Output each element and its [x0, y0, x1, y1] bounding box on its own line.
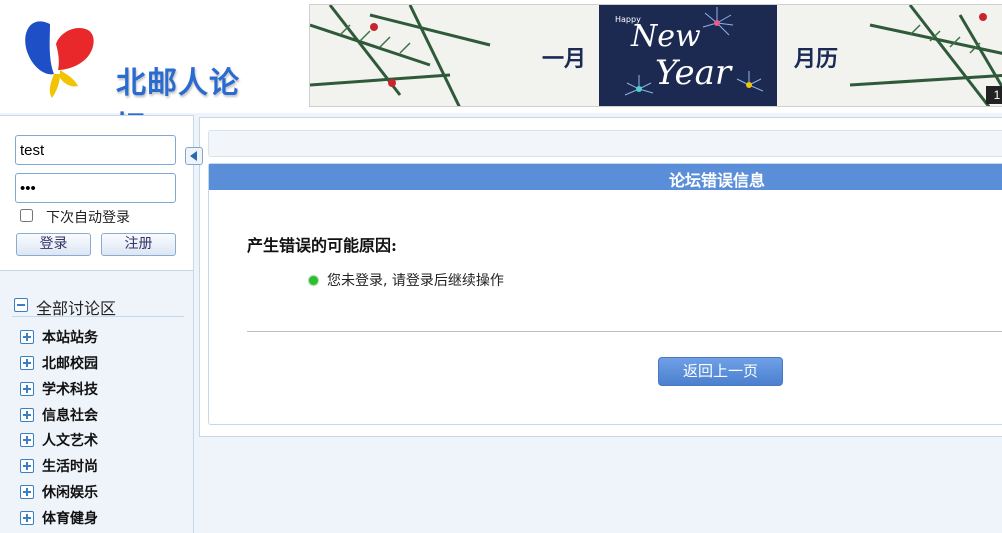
main-content: 论坛错误信息 产生错误的可能原因: 您未登录, 请登录后继续操作 返回上一页: [199, 117, 1002, 437]
tree-item-label: 信息社会: [42, 408, 98, 424]
login-form: 下次自动登录 登录 注册: [0, 115, 194, 271]
butterfly-logo-icon: [25, 21, 94, 98]
tree-item-label: 北邮校园: [42, 356, 98, 372]
login-button[interactable]: 登录: [16, 233, 91, 256]
sidebar-collapse-arrow-icon[interactable]: [185, 147, 203, 165]
expand-plus-icon[interactable]: [20, 459, 34, 473]
error-reason-heading: 产生错误的可能原因:: [247, 236, 397, 255]
banner-calendar-text: 月历: [794, 47, 839, 72]
expand-plus-icon[interactable]: [20, 511, 34, 525]
green-bullet-icon: [309, 276, 318, 285]
expand-plus-icon[interactable]: [20, 330, 34, 344]
tree-root-label: 全部讨论区: [36, 299, 117, 318]
remember-me-label: 下次自动登录: [46, 210, 130, 226]
banner-year-text: Year: [655, 53, 732, 93]
tree-item-information-society[interactable]: 信息社会: [20, 405, 180, 425]
tree-item-label: 体育健身: [42, 511, 98, 527]
expand-plus-icon[interactable]: [20, 408, 34, 422]
banner-page-indicator[interactable]: 1: [986, 86, 1002, 104]
forum-section-tree: 全部讨论区 本站站务 北邮校园 学术科技 信息社会 人文艺术 生活时尚 休闲娱乐…: [0, 285, 194, 533]
tree-item-label: 休闲娱乐: [42, 485, 98, 501]
back-button[interactable]: 返回上一页: [658, 357, 783, 386]
tree-item-humanities-arts[interactable]: 人文艺术: [20, 430, 180, 450]
tree-item-site-affairs[interactable]: 本站站务: [20, 327, 180, 347]
tree-item-lifestyle[interactable]: 生活时尚: [20, 456, 180, 476]
tree-item-label: 人文艺术: [42, 433, 98, 449]
tree-root-all-sections[interactable]: 全部讨论区: [12, 295, 184, 318]
expand-plus-icon[interactable]: [20, 382, 34, 396]
register-button[interactable]: 注册: [101, 233, 176, 256]
breadcrumb-bar: [208, 130, 1002, 157]
tree-item-label: 学术科技: [42, 382, 98, 398]
tree-item-campus[interactable]: 北邮校园: [20, 353, 180, 373]
tree-item-academic[interactable]: 学术科技: [20, 379, 180, 399]
calendar-banner[interactable]: Happy New Year 一月 月历 1: [309, 4, 1002, 107]
app-window: 北邮人论坛: [0, 0, 1002, 533]
divider: [247, 331, 1002, 332]
tree-item-label: 生活时尚: [42, 459, 98, 475]
username-input[interactable]: [15, 135, 176, 165]
expand-plus-icon[interactable]: [20, 485, 34, 499]
error-reason-text: 您未登录, 请登录后继续操作: [327, 273, 504, 289]
tree-item-label: 本站站务: [42, 330, 98, 346]
banner-new-text: New: [631, 19, 701, 54]
remember-me-checkbox[interactable]: [20, 209, 33, 222]
error-panel-header: 论坛错误信息: [209, 164, 1002, 190]
new-year-card: Happy New Year: [599, 5, 777, 106]
expand-plus-icon[interactable]: [20, 356, 34, 370]
error-panel: 论坛错误信息 产生错误的可能原因: 您未登录, 请登录后继续操作 返回上一页: [208, 163, 1002, 425]
sidebar: 下次自动登录 登录 注册 全部讨论区 本站站务 北邮校园 学术科技: [0, 115, 194, 533]
expand-plus-icon[interactable]: [20, 433, 34, 447]
banner-month-text: 一月: [542, 47, 587, 72]
collapse-minus-icon[interactable]: [14, 298, 28, 312]
site-header: 北邮人论坛: [0, 0, 1002, 145]
tree-item-entertainment[interactable]: 休闲娱乐: [20, 482, 180, 502]
tree-item-sports[interactable]: 体育健身: [20, 508, 180, 528]
site-logo[interactable]: 北邮人论坛: [20, 14, 250, 145]
password-input[interactable]: [15, 173, 176, 203]
error-title: 论坛错误信息: [669, 171, 766, 190]
